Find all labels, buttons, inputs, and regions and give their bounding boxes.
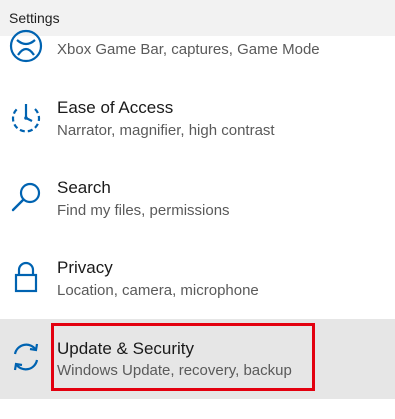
sync-icon bbox=[8, 339, 44, 375]
settings-item-privacy[interactable]: Privacy Location, camera, microphone bbox=[0, 242, 395, 322]
settings-item-label: Privacy bbox=[57, 258, 113, 277]
xbox-icon bbox=[8, 28, 44, 64]
settings-window: Settings Xbox Game Bar, captures, Game M… bbox=[0, 0, 395, 419]
settings-item-search[interactable]: Search Find my files, permissions bbox=[0, 162, 395, 242]
settings-item-description: Find my files, permissions bbox=[57, 202, 230, 219]
settings-item-description: Location, camera, microphone bbox=[57, 282, 259, 299]
search-icon bbox=[8, 180, 44, 216]
settings-item-ease-of-access[interactable]: Ease of Access Narrator, magnifier, high… bbox=[0, 82, 395, 162]
settings-item-label: Search bbox=[57, 178, 111, 197]
bottom-strip bbox=[0, 399, 395, 419]
highlight-annotation-box bbox=[51, 323, 315, 391]
ease-of-access-icon bbox=[8, 100, 44, 136]
settings-item-label: Ease of Access bbox=[57, 98, 174, 117]
settings-item-description: Narrator, magnifier, high contrast bbox=[57, 122, 275, 139]
settings-item-description: Xbox Game Bar, captures, Game Mode bbox=[57, 41, 320, 58]
lock-icon bbox=[8, 260, 44, 296]
